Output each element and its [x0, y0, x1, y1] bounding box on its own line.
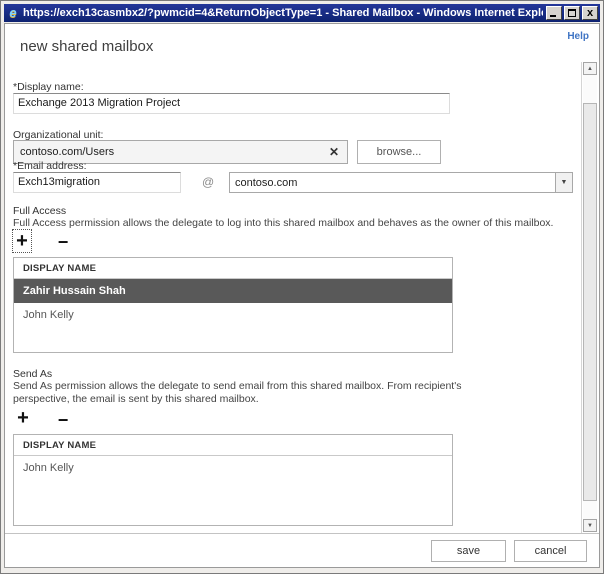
display-name-label: *Display name:	[13, 81, 84, 93]
close-button[interactable]: x	[582, 6, 598, 20]
window-controls: x	[546, 6, 598, 20]
full-access-title: Full Access	[13, 205, 66, 217]
scrollbar-thumb[interactable]	[583, 103, 597, 501]
list-item[interactable]: John Kelly	[14, 456, 452, 480]
browse-button[interactable]: browse...	[357, 140, 441, 164]
email-domain-value: contoso.com	[235, 177, 555, 189]
full-access-list: DISPLAY NAME Zahir Hussain Shah John Kel…	[13, 257, 453, 353]
browser-window: e https://exch13casmbx2/?pwmcid=4&Return…	[0, 0, 604, 574]
maximize-button[interactable]	[564, 6, 580, 20]
send-as-list: DISPLAY NAME John Kelly	[13, 434, 453, 526]
display-name-column-header: DISPLAY NAME	[14, 435, 452, 456]
internet-explorer-icon: e	[6, 6, 20, 20]
send-as-description: Send As permission allows the delegate t…	[13, 380, 481, 405]
email-domain-select[interactable]: contoso.com ▼	[229, 172, 573, 193]
full-access-description: Full Access permission allows the delega…	[13, 217, 553, 230]
list-item[interactable]: Zahir Hussain Shah	[14, 279, 452, 303]
save-button[interactable]: save	[431, 540, 506, 562]
email-alias-input[interactable]: Exch13migration	[13, 172, 181, 193]
chevron-down-icon[interactable]: ▼	[555, 173, 572, 192]
email-address-label: *Email address:	[13, 160, 87, 172]
display-name-column-header: DISPLAY NAME	[14, 258, 452, 279]
close-icon: x	[583, 7, 597, 19]
page-title: new shared mailbox	[20, 38, 153, 55]
display-name-input[interactable]: Exchange 2013 Migration Project	[13, 93, 450, 114]
add-send-as-button[interactable]: +	[13, 408, 33, 428]
scroll-down-icon[interactable]: ▼	[583, 519, 597, 532]
at-symbol-icon: @	[202, 175, 214, 189]
organizational-unit-value: contoso.com/Users	[20, 146, 327, 158]
scroll-up-icon[interactable]: ▲	[583, 62, 597, 75]
remove-full-access-button[interactable]: −	[55, 233, 71, 251]
dialog-content: Help new shared mailbox *Display name: E…	[4, 23, 600, 568]
scrollbar[interactable]: ▲ ▼	[581, 62, 597, 533]
clear-icon[interactable]: ✕	[327, 145, 341, 159]
send-as-title: Send As	[13, 368, 52, 380]
form-area: Help new shared mailbox *Display name: E…	[5, 24, 599, 534]
maximize-icon	[568, 9, 576, 17]
window-title: https://exch13casmbx2/?pwmcid=4&ReturnOb…	[23, 7, 543, 19]
cancel-button[interactable]: cancel	[514, 540, 587, 562]
scrollbar-track[interactable]	[583, 75, 597, 519]
titlebar[interactable]: e https://exch13casmbx2/?pwmcid=4&Return…	[4, 4, 600, 22]
help-link[interactable]: Help	[567, 31, 589, 42]
minimize-icon	[550, 15, 556, 17]
list-item[interactable]: John Kelly	[14, 303, 452, 327]
remove-send-as-button[interactable]: −	[55, 411, 71, 429]
add-full-access-button[interactable]: +	[12, 229, 32, 253]
minimize-button[interactable]	[546, 6, 562, 20]
